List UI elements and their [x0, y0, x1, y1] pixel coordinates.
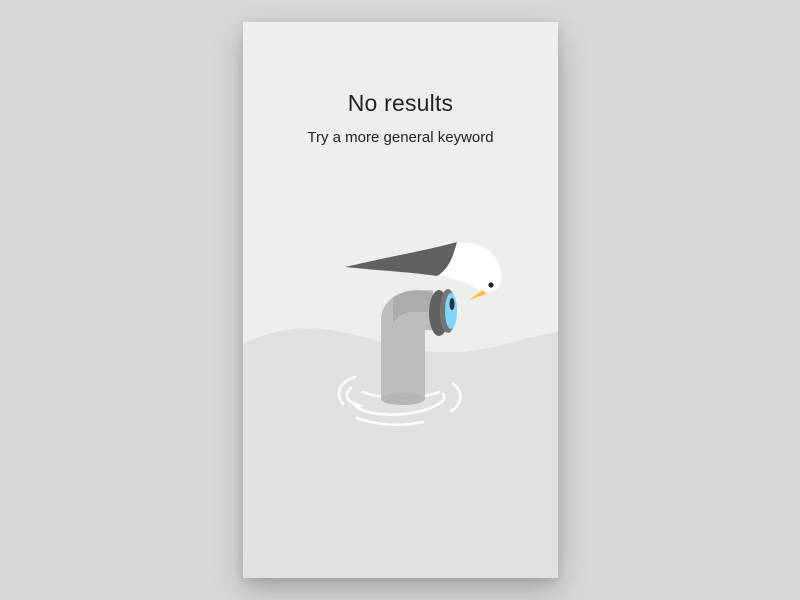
empty-state-screen: No results Try a more general keyword: [243, 22, 558, 578]
app-viewport: No results Try a more general keyword: [0, 0, 800, 600]
periscope-lens-glass: [445, 293, 457, 329]
seagull-wing: [345, 242, 457, 276]
empty-state-message: Try a more general keyword: [307, 129, 494, 146]
page-title: No results: [347, 90, 454, 116]
seagull-eye: [488, 282, 494, 288]
seagull-beak: [469, 290, 486, 300]
